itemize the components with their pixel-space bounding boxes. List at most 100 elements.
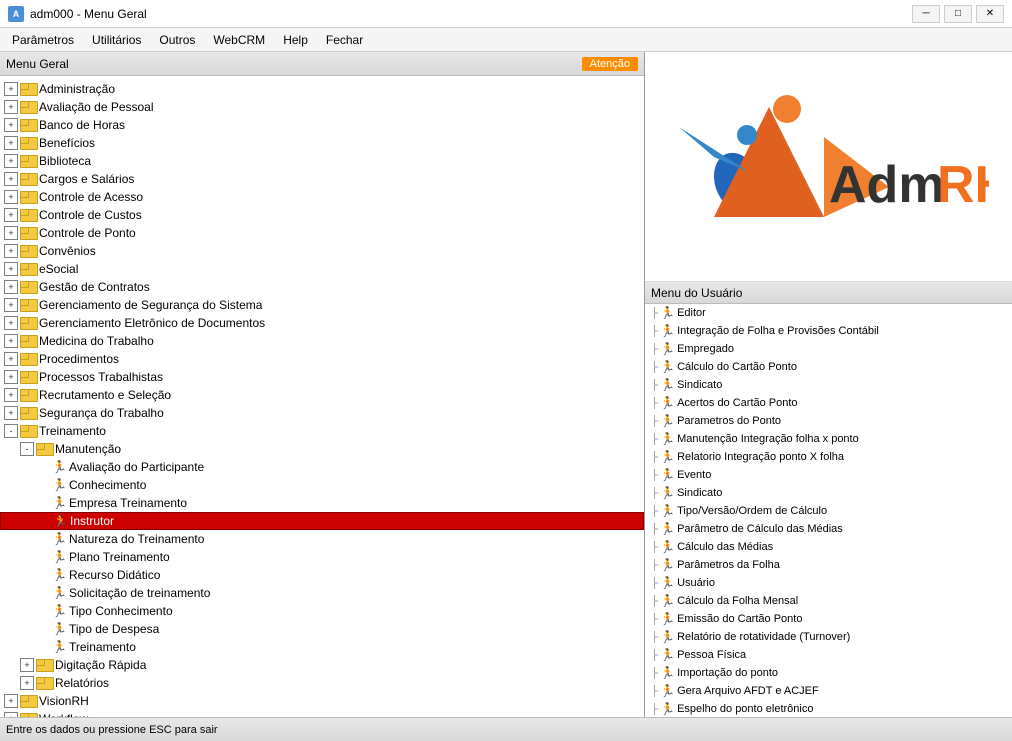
tree-item-plano[interactable]: 🏃 Plano Treinamento bbox=[0, 548, 644, 566]
expand-icon[interactable]: + bbox=[4, 208, 18, 222]
expand-icon[interactable]: + bbox=[4, 316, 18, 330]
tree-item-gestao-contratos[interactable]: + Gestão de Contratos bbox=[0, 278, 644, 296]
user-menu-emissao-cartao[interactable]: ├ 🏃 Emissão do Cartão Ponto bbox=[645, 610, 1012, 628]
tree-item-administracao[interactable]: + Administração bbox=[0, 80, 644, 98]
svg-text:Adm: Adm bbox=[829, 156, 945, 214]
person-icon: 🏃 bbox=[660, 342, 674, 356]
tree-item-manutencao[interactable]: - Manutenção bbox=[0, 440, 644, 458]
expand-icon[interactable]: + bbox=[4, 406, 18, 420]
expand-icon[interactable]: + bbox=[4, 100, 18, 114]
user-menu-sindicato[interactable]: ├ 🏃 Sindicato bbox=[645, 376, 1012, 394]
expand-icon[interactable]: + bbox=[4, 352, 18, 366]
tree-item-seguranca[interactable]: + Segurança do Trabalho bbox=[0, 404, 644, 422]
tree-item-natureza[interactable]: 🏃 Natureza do Treinamento bbox=[0, 530, 644, 548]
user-menu-importacao[interactable]: ├ 🏃 Importação do ponto bbox=[645, 664, 1012, 682]
tree-item-visionrh[interactable]: + VisionRH bbox=[0, 692, 644, 710]
tree-item-recrutamento[interactable]: + Recrutamento e Seleção bbox=[0, 386, 644, 404]
expand-icon[interactable]: + bbox=[4, 712, 18, 717]
expand-icon[interactable]: - bbox=[20, 442, 34, 456]
tree-item-conhecimento[interactable]: 🏃 Conhecimento bbox=[0, 476, 644, 494]
tree-item-cargos-salarios[interactable]: + Cargos e Salários bbox=[0, 170, 644, 188]
expand-icon[interactable]: + bbox=[4, 226, 18, 240]
tree-item-avaliacao-participante[interactable]: 🏃 Avaliação do Participante bbox=[0, 458, 644, 476]
user-menu-espelho[interactable]: ├ 🏃 Espelho do ponto eletrônico bbox=[645, 700, 1012, 717]
menu-outros[interactable]: Outros bbox=[151, 31, 203, 49]
expand-icon[interactable]: + bbox=[4, 262, 18, 276]
tree-item-convenios[interactable]: + Convênios bbox=[0, 242, 644, 260]
menu-help[interactable]: Help bbox=[275, 31, 316, 49]
expand-icon[interactable]: + bbox=[4, 118, 18, 132]
tree-item-digitacao-rapida[interactable]: + Digitação Rápida bbox=[0, 656, 644, 674]
tree-item-processos[interactable]: + Processos Trabalhistas bbox=[0, 368, 644, 386]
tree-item-banco-horas[interactable]: + Banco de Horas bbox=[0, 116, 644, 134]
tree-item-workflow[interactable]: + Workflow bbox=[0, 710, 644, 717]
tree-item-gerenciamento-eletronico[interactable]: + Gerenciamento Eletrônico de Documentos bbox=[0, 314, 644, 332]
user-menu-acertos[interactable]: ├ 🏃 Acertos do Cartão Ponto bbox=[645, 394, 1012, 412]
tree-item-empresa-treinamento[interactable]: 🏃 Empresa Treinamento bbox=[0, 494, 644, 512]
tree-item-treinamento-sub[interactable]: 🏃 Treinamento bbox=[0, 638, 644, 656]
expand-icon[interactable]: + bbox=[4, 82, 18, 96]
expand-icon[interactable]: + bbox=[4, 694, 18, 708]
tree-item-procedimentos[interactable]: + Procedimentos bbox=[0, 350, 644, 368]
user-menu-manutencao-integracao[interactable]: ├ 🏃 Manutenção Integração folha x ponto bbox=[645, 430, 1012, 448]
user-menu-evento[interactable]: ├ 🏃 Evento bbox=[645, 466, 1012, 484]
menu-webcrm[interactable]: WebCRM bbox=[205, 31, 273, 49]
expand-icon[interactable]: + bbox=[4, 388, 18, 402]
tree-item-controle-acesso[interactable]: + Controle de Acesso bbox=[0, 188, 644, 206]
expand-icon[interactable]: + bbox=[20, 658, 34, 672]
connector: ├ bbox=[651, 542, 658, 553]
user-menu-pessoa-fisica[interactable]: ├ 🏃 Pessoa Física bbox=[645, 646, 1012, 664]
minimize-button[interactable]: ─ bbox=[912, 5, 940, 23]
expand-icon[interactable]: + bbox=[4, 154, 18, 168]
tree-item-beneficios[interactable]: + Benefícios bbox=[0, 134, 644, 152]
user-menu-empregado[interactable]: ├ 🏃 Empregado bbox=[645, 340, 1012, 358]
menu-parametros[interactable]: Parâmetros bbox=[4, 31, 82, 49]
user-menu-sindicato2[interactable]: ├ 🏃 Sindicato bbox=[645, 484, 1012, 502]
expand-icon[interactable]: + bbox=[4, 190, 18, 204]
user-menu-parametros-folha[interactable]: ├ 🏃 Parâmetros da Folha bbox=[645, 556, 1012, 574]
tree-item-controle-custos[interactable]: + Controle de Custos bbox=[0, 206, 644, 224]
tree-item-tipo-conhecimento[interactable]: 🏃 Tipo Conhecimento bbox=[0, 602, 644, 620]
user-menu-gera-arquivo[interactable]: ├ 🏃 Gera Arquivo AFDT e ACJEF bbox=[645, 682, 1012, 700]
expand-icon[interactable]: + bbox=[4, 298, 18, 312]
user-menu-relatorio-integracao[interactable]: ├ 🏃 Relatorio Integração ponto X folha bbox=[645, 448, 1012, 466]
menu-utilitarios[interactable]: Utilitários bbox=[84, 31, 149, 49]
menu-label: Espelho do ponto eletrônico bbox=[677, 703, 813, 715]
folder-icon bbox=[20, 407, 36, 420]
expand-icon[interactable]: + bbox=[4, 136, 18, 150]
user-menu-calculo-cartao[interactable]: ├ 🏃 Cálculo do Cartão Ponto bbox=[645, 358, 1012, 376]
user-menu-calculo-folha-mensal[interactable]: ├ 🏃 Cálculo da Folha Mensal bbox=[645, 592, 1012, 610]
tree-container[interactable]: + Administração + Avaliação de Pessoal +… bbox=[0, 76, 644, 717]
close-button[interactable]: ✕ bbox=[976, 5, 1004, 23]
user-menu-usuario[interactable]: ├ 🏃 Usuário bbox=[645, 574, 1012, 592]
folder-icon bbox=[20, 425, 36, 438]
tree-item-avaliacao-pessoal[interactable]: + Avaliação de Pessoal bbox=[0, 98, 644, 116]
tree-item-controle-ponto[interactable]: + Controle de Ponto bbox=[0, 224, 644, 242]
user-menu-tipo-versao[interactable]: ├ 🏃 Tipo/Versão/Ordem de Cálculo bbox=[645, 502, 1012, 520]
expand-icon[interactable]: + bbox=[4, 334, 18, 348]
expand-icon[interactable]: + bbox=[20, 676, 34, 690]
user-menu-rotatividade[interactable]: ├ 🏃 Relatório de rotatividade (Turnover) bbox=[645, 628, 1012, 646]
maximize-button[interactable]: □ bbox=[944, 5, 972, 23]
tree-item-instrutor[interactable]: 🏃 Instrutor bbox=[0, 512, 644, 530]
user-menu-integracao-folha[interactable]: ├ 🏃 Integração de Folha e Provisões Cont… bbox=[645, 322, 1012, 340]
menu-fechar[interactable]: Fechar bbox=[318, 31, 371, 49]
tree-item-recurso[interactable]: 🏃 Recurso Didático bbox=[0, 566, 644, 584]
user-menu-parametros-ponto[interactable]: ├ 🏃 Parametros do Ponto bbox=[645, 412, 1012, 430]
tree-item-gerenciamento-seguranca[interactable]: + Gerenciamento de Segurança do Sistema bbox=[0, 296, 644, 314]
expand-icon[interactable]: + bbox=[4, 370, 18, 384]
tree-item-treinamento[interactable]: - Treinamento bbox=[0, 422, 644, 440]
tree-item-relatorios[interactable]: + Relatórios bbox=[0, 674, 644, 692]
user-menu-calculo-medias[interactable]: ├ 🏃 Cálculo das Médias bbox=[645, 538, 1012, 556]
tree-item-biblioteca[interactable]: + Biblioteca bbox=[0, 152, 644, 170]
expand-icon[interactable]: + bbox=[4, 244, 18, 258]
tree-item-esocial[interactable]: + eSocial bbox=[0, 260, 644, 278]
tree-item-solicitacao[interactable]: 🏃 Solicitação de treinamento bbox=[0, 584, 644, 602]
expand-icon[interactable]: + bbox=[4, 280, 18, 294]
user-menu-editor[interactable]: ├ 🏃 Editor bbox=[645, 304, 1012, 322]
expand-icon[interactable]: - bbox=[4, 424, 18, 438]
tree-item-medicina[interactable]: + Medicina do Trabalho bbox=[0, 332, 644, 350]
user-menu-parametro-medias[interactable]: ├ 🏃 Parâmetro de Cálculo das Médias bbox=[645, 520, 1012, 538]
expand-icon[interactable]: + bbox=[4, 172, 18, 186]
tree-item-tipo-despesa[interactable]: 🏃 Tipo de Despesa bbox=[0, 620, 644, 638]
